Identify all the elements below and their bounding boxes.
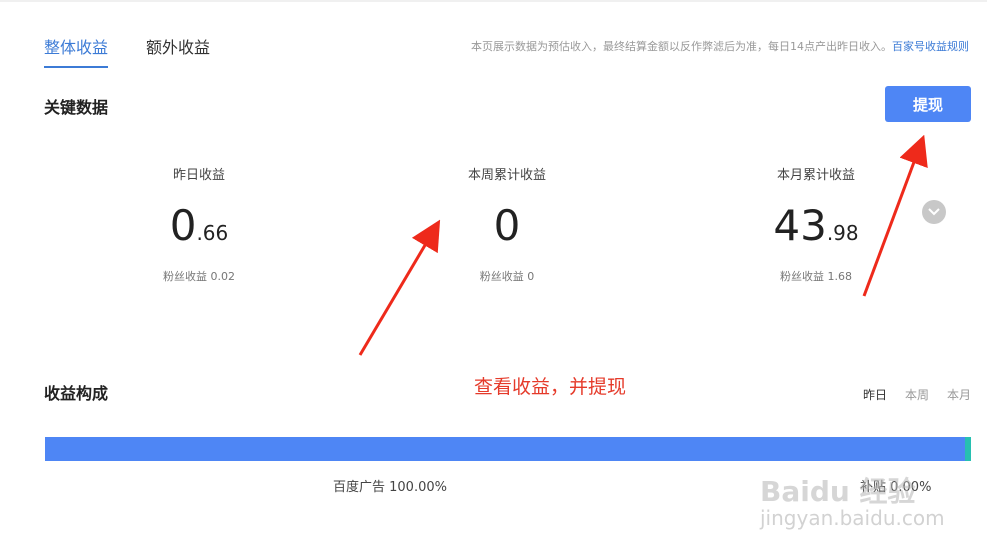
- watermark-logo: Baidu 经验: [760, 475, 916, 508]
- arrow-to-week-income: [358, 219, 441, 356]
- watermark-url: jingyan.baidu.com: [760, 506, 945, 530]
- arrow-to-withdraw: [862, 134, 928, 297]
